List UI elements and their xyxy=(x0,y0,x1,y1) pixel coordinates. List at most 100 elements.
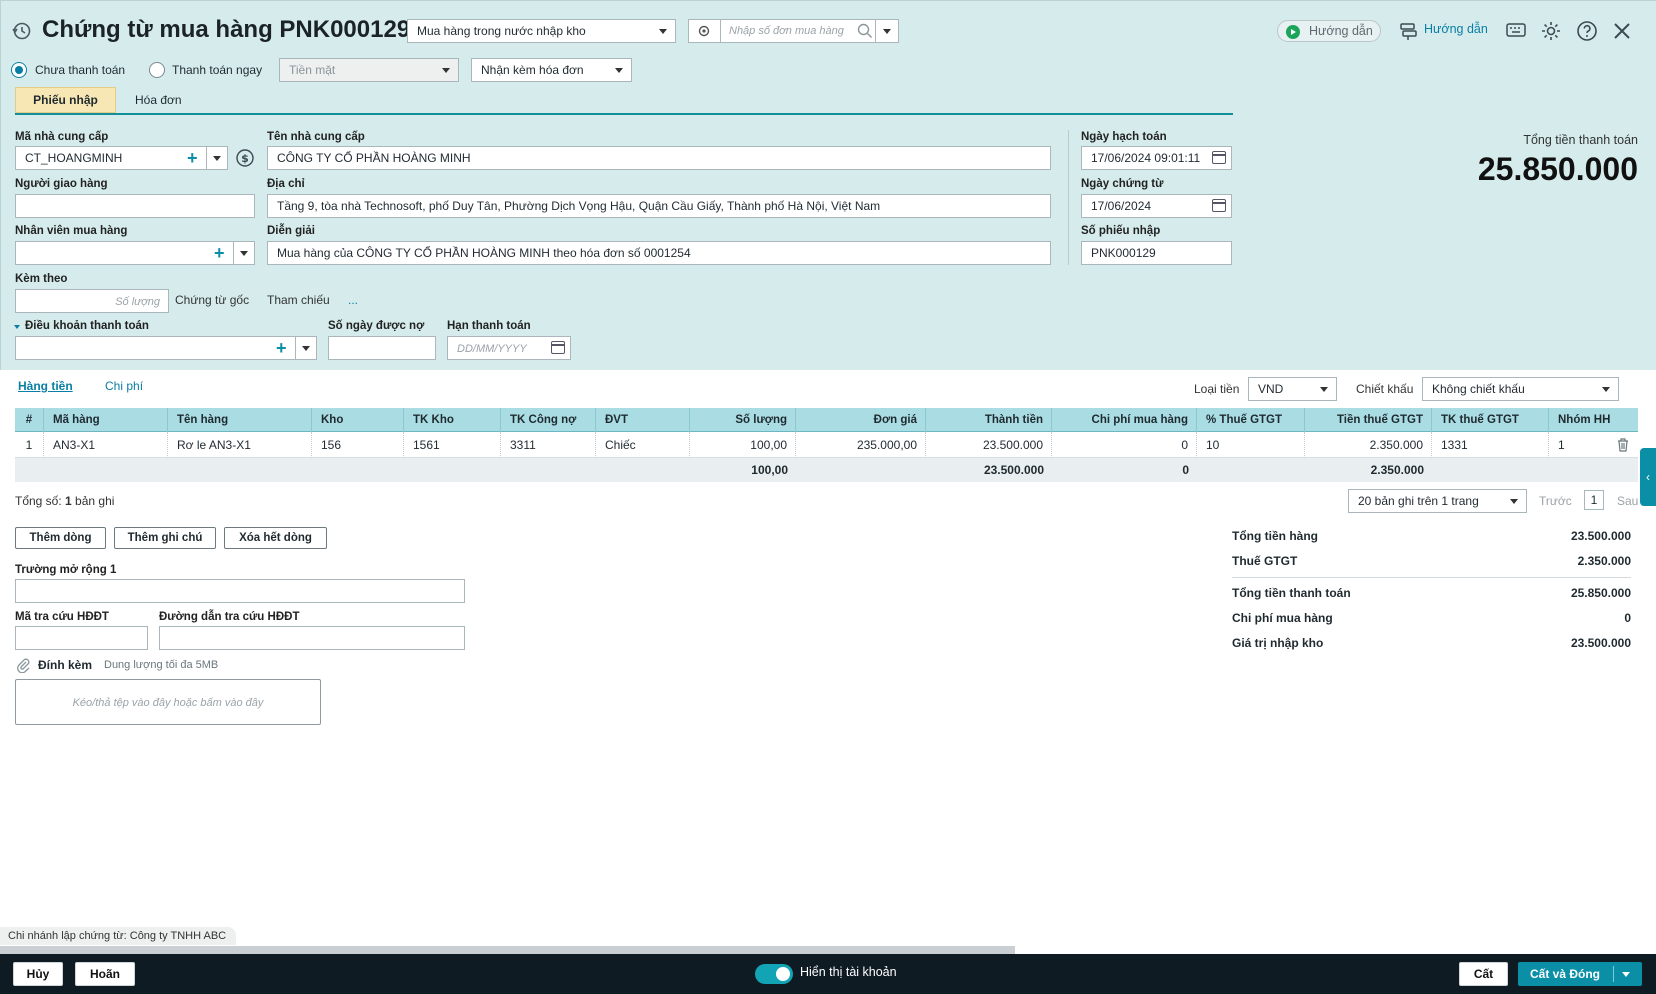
record-count: Tổng số: 1 bản ghi xyxy=(15,494,114,508)
add-terms-icon[interactable]: + xyxy=(276,339,287,357)
einv-code-input[interactable] xyxy=(15,626,148,650)
posting-calendar-icon[interactable] xyxy=(1212,151,1226,164)
help-icon[interactable] xyxy=(1576,20,1598,45)
address-field[interactable]: Tầng 9, tòa nhà Technosoft, phố Duy Tân,… xyxy=(267,194,1051,218)
cell-purchase-cost[interactable]: 0 xyxy=(1052,432,1197,458)
supplier-name-value: CÔNG TY CỔ PHẦN HOÀNG MINH xyxy=(277,151,471,165)
cell-payable-account[interactable]: 3311 xyxy=(501,432,596,458)
doc-date-calendar-icon[interactable] xyxy=(1212,199,1226,212)
cell-vat-amount[interactable]: 2.350.000 xyxy=(1305,432,1432,458)
save-button[interactable]: Cất xyxy=(1459,962,1508,986)
save-options-chevron-icon[interactable] xyxy=(1622,972,1630,977)
collapse-caret-icon[interactable] xyxy=(14,325,20,329)
order-search-input[interactable]: Nhập số đơn mua hàng xyxy=(729,20,844,42)
table-row[interactable]: 1 AN3-X1 Rơ le AN3-X1 156 1561 3311 Chiế… xyxy=(15,432,1638,458)
cell-item-name[interactable]: Rơ le AN3-X1 xyxy=(168,432,312,458)
ext-field-input[interactable] xyxy=(15,579,465,603)
summary-cost-label: Chi phí mua hàng xyxy=(1232,611,1333,625)
settings-icon[interactable] xyxy=(1540,20,1562,45)
receipt-no-field[interactable]: PNK000129 xyxy=(1081,241,1232,265)
cell-item-code[interactable]: AN3-X1 xyxy=(44,432,168,458)
cell-vat-account[interactable]: 1331 xyxy=(1432,432,1549,458)
payment-terms-field[interactable] xyxy=(15,336,317,360)
close-icon[interactable] xyxy=(1612,21,1632,44)
show-accounts-toggle[interactable] xyxy=(755,964,793,984)
cell-warehouse-account[interactable]: 1561 xyxy=(404,432,501,458)
invoice-option-select[interactable]: Nhận kèm hóa đơn xyxy=(471,58,632,82)
tab-receipt[interactable]: Phiếu nhập xyxy=(15,87,116,113)
col-vat-rate: % Thuế GTGT xyxy=(1197,408,1305,432)
guide-link[interactable]: Hướng dẫn xyxy=(1424,22,1488,36)
summary-total-label: Tổng tiền thanh toán xyxy=(1232,586,1351,600)
undo-button[interactable]: Hoãn xyxy=(75,962,135,986)
posting-date-field[interactable]: 17/06/2024 09:01:11 xyxy=(1081,146,1232,170)
side-panel-toggle[interactable]: ‹ xyxy=(1640,448,1656,506)
search-icon[interactable] xyxy=(857,23,873,42)
doc-date-field[interactable]: 17/06/2024 xyxy=(1081,194,1232,218)
clear-rows-button[interactable]: Xóa hết dòng xyxy=(224,527,327,549)
horizontal-scrollbar[interactable] xyxy=(0,946,1015,954)
col-goods-group: Nhóm HH xyxy=(1558,414,1611,426)
paid-now-label: Thanh toán ngay xyxy=(172,63,263,77)
description-label: Diễn giải xyxy=(267,225,315,237)
unpaid-radio[interactable] xyxy=(11,62,27,78)
cell-goods-group[interactable]: 1 xyxy=(1549,432,1615,458)
add-supplier-icon[interactable]: + xyxy=(187,149,198,167)
next-page-button[interactable]: Sau xyxy=(1617,494,1638,508)
summary-stock-value: 23.500.000 xyxy=(1570,636,1631,650)
prev-page-button[interactable]: Trước xyxy=(1539,494,1572,508)
history-icon[interactable] xyxy=(10,20,32,42)
supplier-dropdown-button[interactable] xyxy=(206,146,228,170)
cell-quantity[interactable]: 100,00 xyxy=(690,432,796,458)
gear-small-icon[interactable] xyxy=(697,24,711,41)
cell-vat-rate[interactable]: 10 xyxy=(1197,432,1305,458)
supplier-code-label: Mã nhà cung cấp xyxy=(15,131,109,143)
description-field[interactable]: Mua hàng của CÔNG TY CỔ PHẦN HOÀNG MINH … xyxy=(267,241,1051,265)
keyboard-icon[interactable] xyxy=(1506,21,1526,42)
currency-select[interactable]: VND xyxy=(1248,377,1337,401)
add-row-button[interactable]: Thêm dòng xyxy=(15,527,106,549)
add-note-button[interactable]: Thêm ghi chú xyxy=(114,527,216,549)
attachment-label: Đính kèm xyxy=(38,658,93,672)
payment-method-select[interactable]: Tiền mặt xyxy=(279,58,459,82)
file-dropzone[interactable]: Kéo/thả tệp vào đây hoặc bấm vào đây xyxy=(15,679,321,725)
credit-days-field[interactable] xyxy=(328,336,436,360)
tab-costs[interactable]: Chi phí xyxy=(105,379,143,393)
grid-header: # Mã hàng Tên hàng Kho TK Kho TK Công nợ… xyxy=(15,408,1638,432)
reference-link[interactable]: Tham chiếu xyxy=(267,293,330,307)
terms-dropdown-button[interactable] xyxy=(295,336,317,360)
signpost-icon[interactable] xyxy=(1398,21,1418,44)
einv-url-input[interactable] xyxy=(159,626,465,650)
dollar-circle-icon[interactable]: $ xyxy=(236,149,254,170)
cell-warehouse[interactable]: 156 xyxy=(312,432,404,458)
supplier-name-field[interactable]: CÔNG TY CỔ PHẦN HOÀNG MINH xyxy=(267,146,1051,170)
order-search-box[interactable]: Nhập số đơn mua hàng xyxy=(688,19,899,43)
discount-select[interactable]: Không chiết khấu xyxy=(1422,377,1619,401)
guide-video-button[interactable]: Hướng dẫn xyxy=(1277,20,1381,42)
reference-more-button[interactable]: ... xyxy=(348,293,358,307)
attach-qty-field[interactable]: Số lượng xyxy=(15,289,169,313)
deliverer-field[interactable] xyxy=(15,194,255,218)
cell-amount[interactable]: 23.500.000 xyxy=(926,432,1052,458)
cell-unit-price[interactable]: 235.000,00 xyxy=(796,432,926,458)
page-size-select[interactable]: 20 bản ghi trên 1 trang xyxy=(1348,489,1527,513)
description-value: Mua hàng của CÔNG TY CỔ PHẦN HOÀNG MINH … xyxy=(277,246,691,260)
voucher-type-value: Mua hàng trong nước nhập kho xyxy=(417,24,586,38)
grid-total-row: 100,00 23.500.000 0 2.350.000 xyxy=(15,458,1638,482)
page-size-value: 20 bản ghi trên 1 trang xyxy=(1358,494,1479,508)
cancel-button[interactable]: Hủy xyxy=(13,962,63,986)
due-date-placeholder: DD/MM/YYYY xyxy=(457,343,527,355)
paid-now-radio[interactable] xyxy=(149,62,165,78)
tab-goods[interactable]: Hàng tiền xyxy=(18,379,73,393)
current-page[interactable]: 1 xyxy=(1584,490,1604,510)
split-divider xyxy=(1613,966,1614,982)
tab-invoice[interactable]: Hóa đơn xyxy=(135,93,182,107)
calendar-icon[interactable] xyxy=(551,341,565,354)
delete-row-icon[interactable] xyxy=(1616,437,1630,455)
chevron-down-icon[interactable] xyxy=(883,29,891,34)
buyer-dropdown-button[interactable] xyxy=(233,241,255,265)
add-buyer-icon[interactable]: + xyxy=(214,244,225,262)
voucher-type-select[interactable]: Mua hàng trong nước nhập kho xyxy=(407,19,676,43)
total-vat: 2.350.000 xyxy=(1370,463,1424,477)
cell-unit[interactable]: Chiếc xyxy=(596,432,690,458)
